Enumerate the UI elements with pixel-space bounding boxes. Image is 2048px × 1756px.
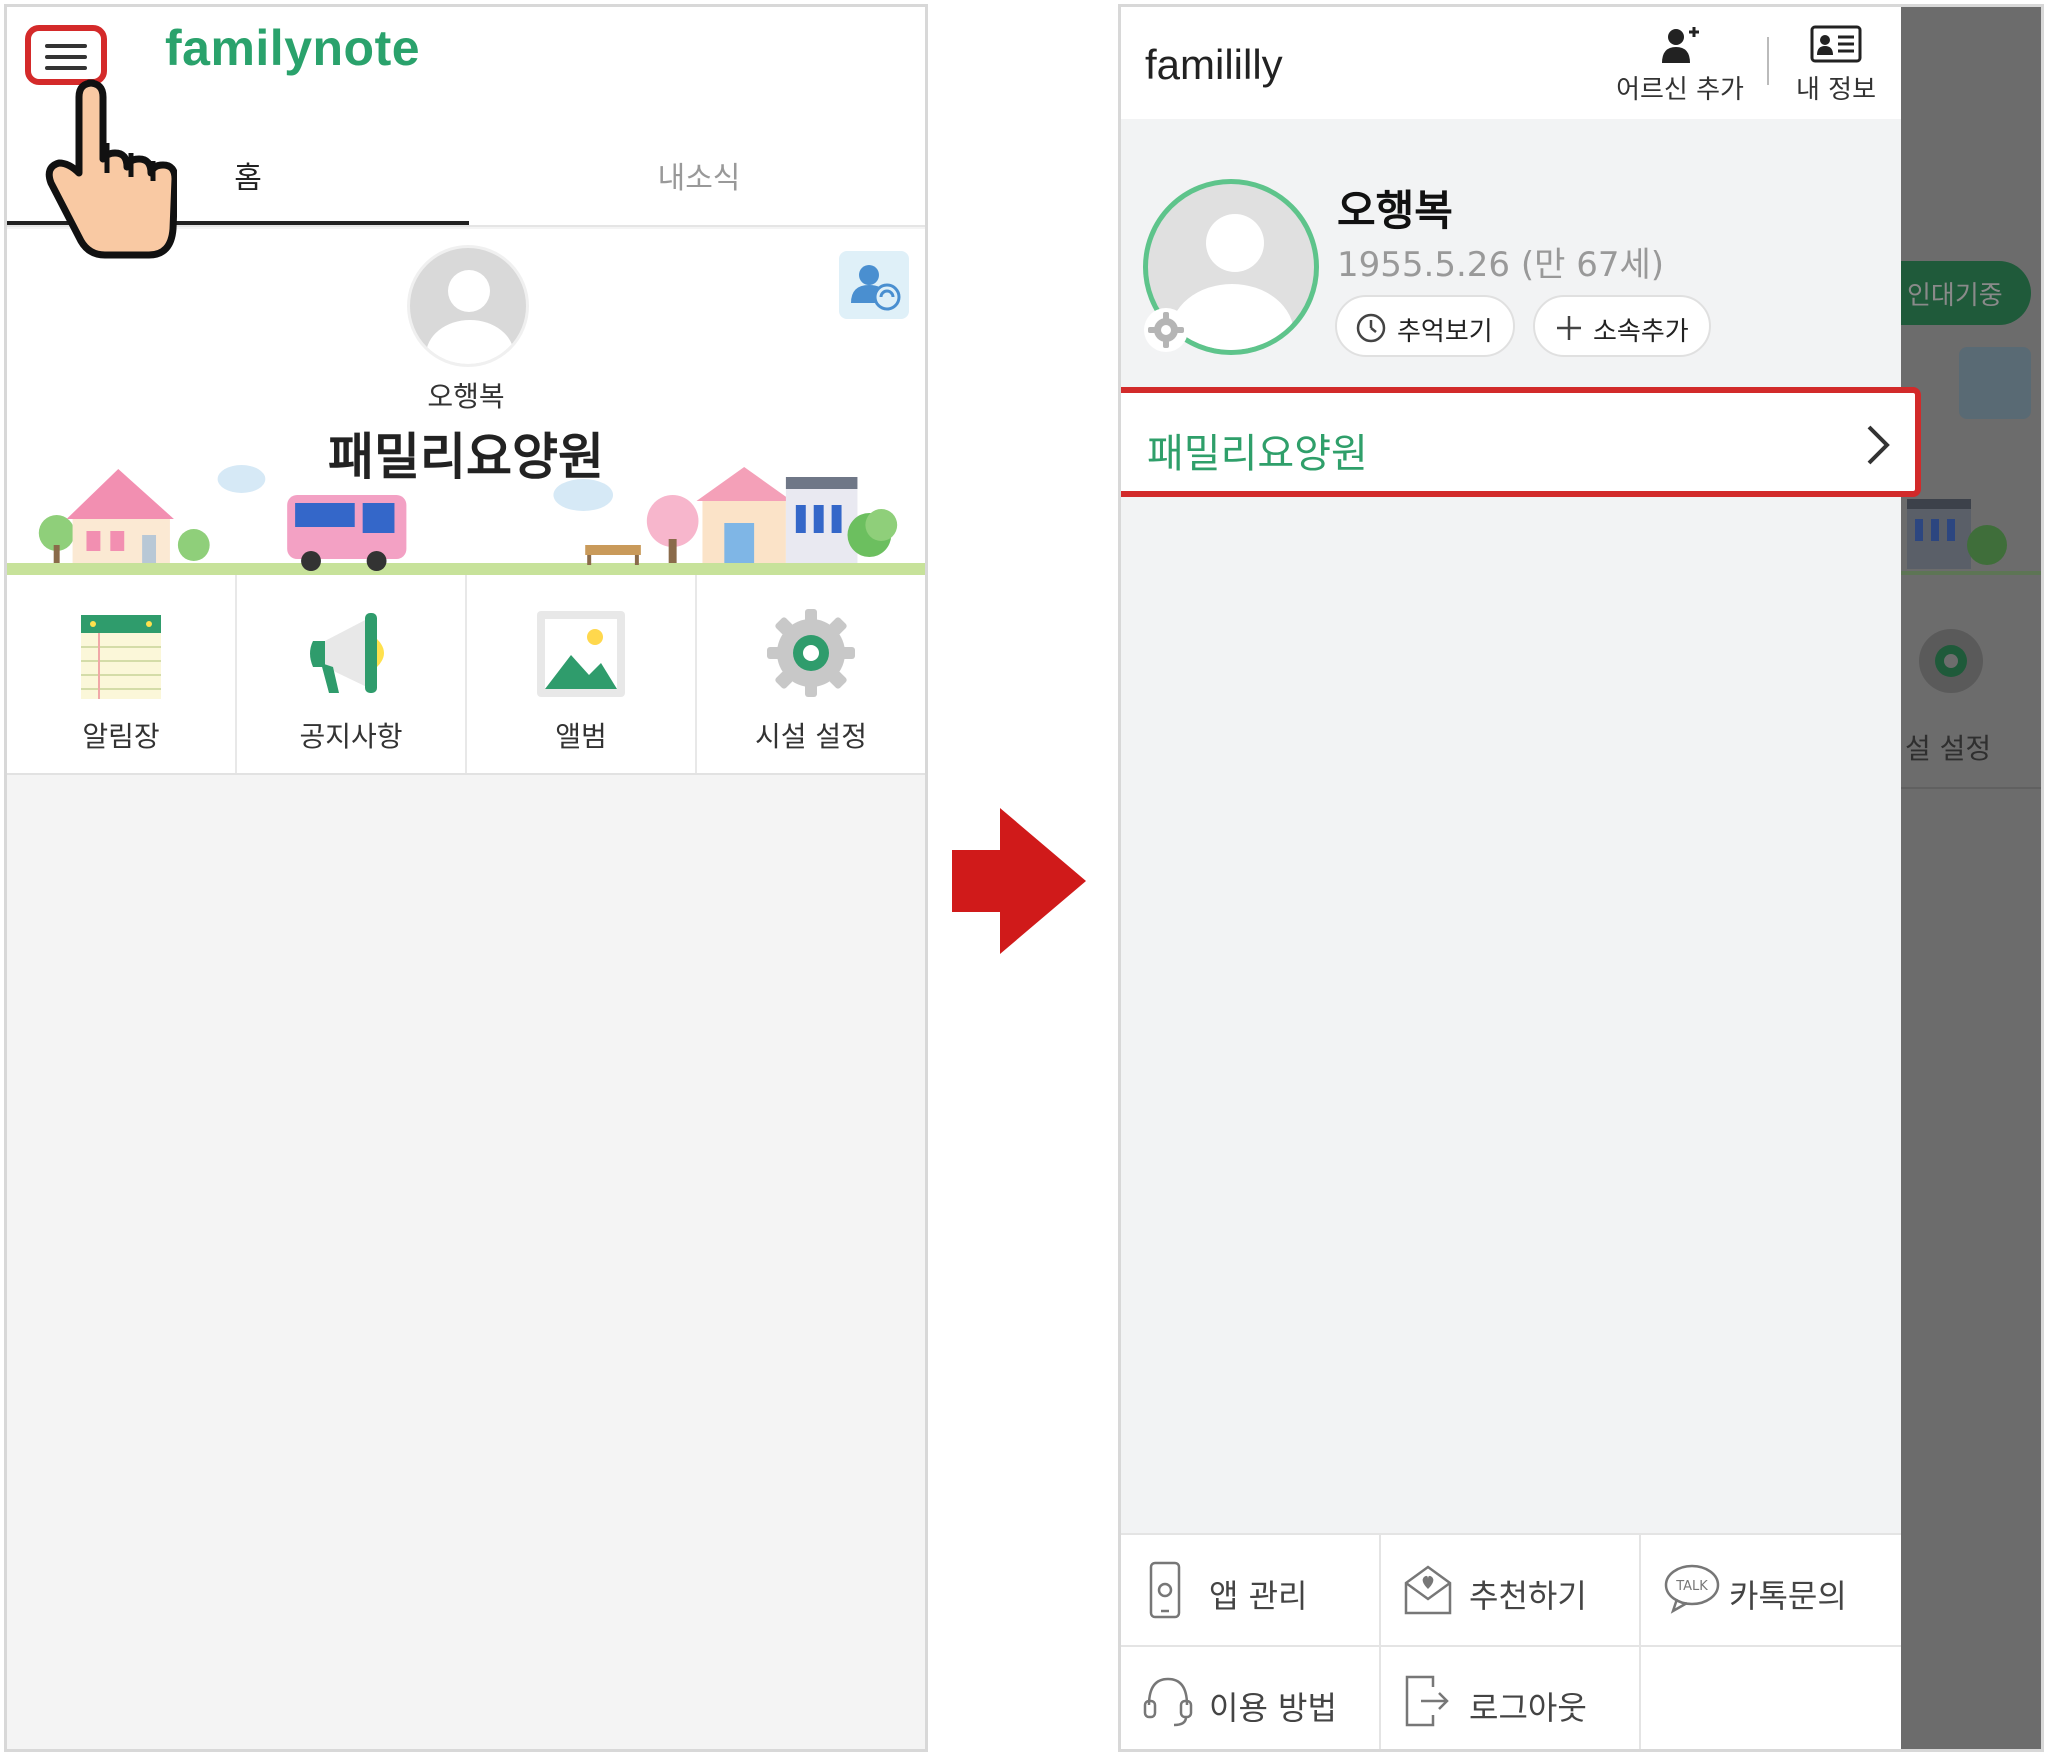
- tab-news[interactable]: 내소식: [469, 147, 925, 225]
- brand-logo: familynote: [165, 20, 421, 76]
- drawer-brand: famililly: [1145, 41, 1283, 88]
- phone-settings-icon: [1149, 1561, 1181, 1619]
- facility-active-indicator: [1118, 393, 1121, 491]
- clock-icon: [1356, 313, 1386, 343]
- background-gear-icon: [1919, 629, 1983, 693]
- background-ground: [1901, 571, 2041, 575]
- facility-item-label: 패밀리요양원: [1147, 431, 1368, 477]
- memory-button[interactable]: 추억보기: [1335, 295, 1515, 357]
- recommend-button[interactable]: 추천하기: [1381, 1535, 1641, 1647]
- megaphone-icon: [310, 613, 384, 693]
- svg-text:TALK: TALK: [1675, 1579, 1708, 1594]
- left-phone-screen: familynote 홈 내소식 오행복 패밀리요양원 알림장 공지사항 앨범 …: [4, 4, 928, 1752]
- drawer-profile: 오행복 1955.5.26 (만 67세) 추억보기 소속추가: [1121, 119, 1901, 379]
- add-person-icon: [1662, 27, 1699, 63]
- chevron-right-icon: [1867, 425, 1890, 465]
- logout-icon: [1405, 1675, 1449, 1727]
- elder-name: 오행복: [1337, 186, 1453, 235]
- menu-label: 공지사항: [299, 720, 403, 753]
- plus-icon: [1557, 316, 1581, 340]
- background-settings-label: 설 설정: [1905, 732, 1992, 765]
- arrow-right-icon: [952, 808, 1086, 954]
- app-management-label: 앱 관리: [1209, 1577, 1308, 1615]
- id-card-icon: [1810, 25, 1862, 63]
- how-to-use-button[interactable]: 이용 방법: [1121, 1647, 1381, 1749]
- talk-bubble-icon: TALK: [1664, 1564, 1720, 1614]
- menu-album[interactable]: 앨범: [467, 575, 697, 773]
- background-divider: [1901, 787, 2041, 789]
- kakao-inquiry-button[interactable]: TALK 카톡문의: [1641, 1535, 1901, 1647]
- notebook-icon: [81, 615, 161, 699]
- menu-label: 앨범: [555, 720, 607, 753]
- town-illustration: [7, 465, 925, 575]
- drawer-header: famililly 어르신 추가 내 정보: [1121, 7, 1901, 119]
- facility-list-item[interactable]: 패밀리요양원: [1118, 387, 1921, 497]
- menu-notice-board[interactable]: 알림장: [7, 575, 237, 773]
- memory-button-label: 추억보기: [1397, 317, 1493, 347]
- gear-icon: [767, 609, 855, 697]
- avatar[interactable]: [407, 245, 529, 367]
- background-status-pill: 인대기중: [1901, 261, 2031, 325]
- kakao-inquiry-label: 카톡문의: [1729, 1577, 1847, 1615]
- side-drawer: famililly 어르신 추가 내 정보 오행복 1955.5.26 (만 6…: [1121, 7, 1921, 1749]
- menu-label: 알림장: [82, 720, 160, 753]
- add-affiliation-label: 소속추가: [1593, 317, 1689, 347]
- add-affiliation-button[interactable]: 소속추가: [1533, 295, 1711, 357]
- empty-footer-cell: [1641, 1647, 1901, 1749]
- switch-elder-button[interactable]: [839, 251, 909, 319]
- app-management-button[interactable]: 앱 관리: [1121, 1535, 1381, 1647]
- right-phone-screen: 인대기중 설 설정 famililly 어르신 추가 내 정보 오행복 1955…: [1118, 4, 2044, 1752]
- background-switch-icon: [1959, 347, 2031, 419]
- add-elder-button[interactable]: 어르신 추가: [1605, 17, 1755, 107]
- menu-facility-settings[interactable]: 시설 설정: [697, 575, 925, 773]
- logout-label: 로그아웃: [1469, 1689, 1587, 1727]
- menu-grid: 알림장 공지사항 앨범 시설 설정: [7, 575, 925, 775]
- how-to-use-label: 이용 방법: [1209, 1689, 1337, 1727]
- menu-label: 시설 설정: [755, 720, 867, 753]
- header-separator: [1767, 37, 1769, 85]
- avatar-settings-icon[interactable]: [1143, 307, 1189, 353]
- my-info-button[interactable]: 내 정보: [1783, 17, 1889, 107]
- background-illustration: [1907, 499, 2007, 569]
- album-icon: [537, 611, 625, 697]
- switch-user-icon: [851, 265, 901, 311]
- elder-name: 오행복: [427, 380, 505, 413]
- menu-announcements[interactable]: 공지사항: [237, 575, 467, 773]
- my-info-label: 내 정보: [1795, 75, 1877, 105]
- drawer-footer-menu: 앱 관리 추천하기 TALK 카톡문의 이용 방법 로그아웃: [1121, 1533, 1901, 1749]
- logout-button[interactable]: 로그아웃: [1381, 1647, 1641, 1749]
- mail-heart-icon: [1404, 1565, 1452, 1615]
- tab-home-label: 홈: [234, 161, 262, 196]
- elder-birthdate: 1955.5.26 (만 67세): [1337, 245, 1665, 285]
- pointing-hand-icon: [45, 79, 177, 259]
- add-elder-label: 어르신 추가: [1616, 75, 1744, 105]
- headset-icon: [1143, 1677, 1193, 1727]
- recommend-label: 추천하기: [1469, 1577, 1587, 1615]
- profile-section: 오행복 패밀리요양원: [7, 229, 925, 575]
